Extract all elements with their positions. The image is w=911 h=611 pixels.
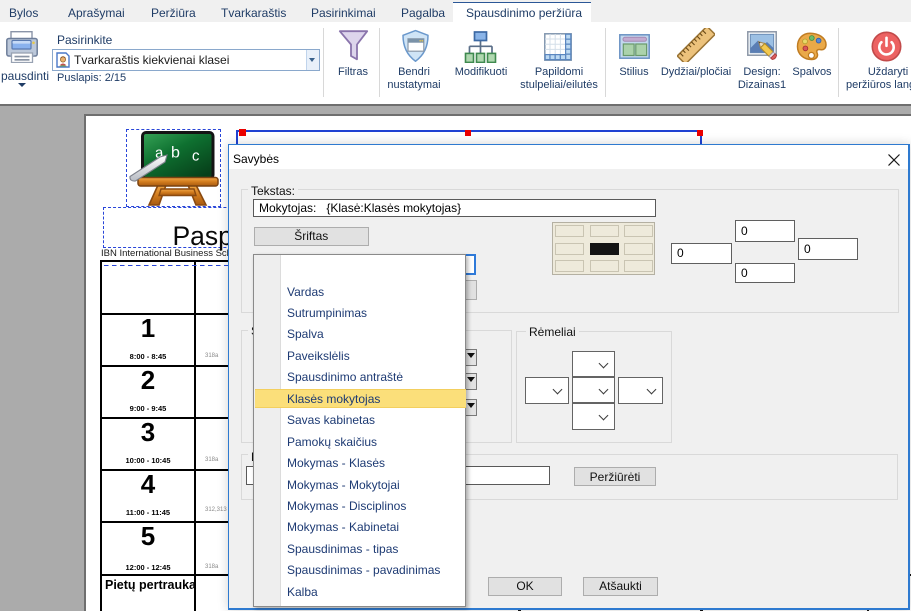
svg-text:b: b [171, 145, 180, 162]
